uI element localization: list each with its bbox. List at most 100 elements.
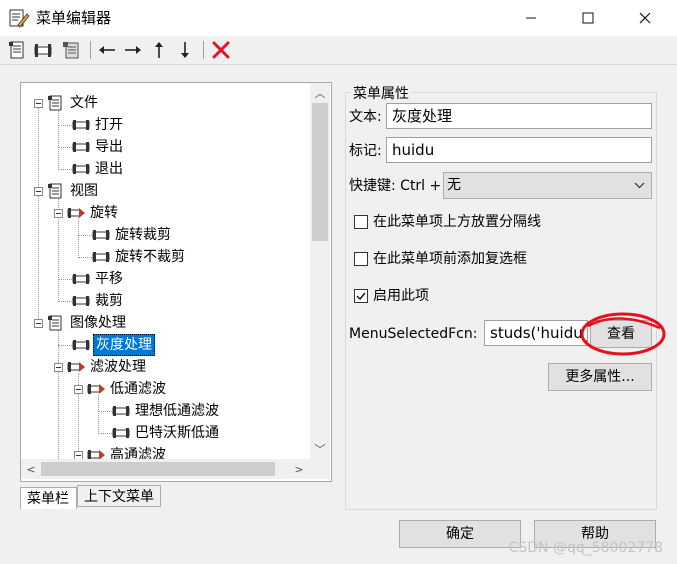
menu-item-icon xyxy=(112,428,130,438)
tree-item-image-processing[interactable]: 图像处理 xyxy=(34,312,128,334)
chevron-down-icon xyxy=(634,182,645,189)
scroll-up-icon[interactable]: ︿ xyxy=(312,85,328,101)
tree-item-crop[interactable]: 裁剪 xyxy=(72,290,125,312)
collapse-toggle[interactable] xyxy=(74,384,83,394)
menu-item-icon xyxy=(92,230,110,240)
move-down-button[interactable] xyxy=(174,39,196,61)
tree-item-translate[interactable]: 平移 xyxy=(72,268,125,290)
tree-item-label: 退出 xyxy=(95,161,123,177)
tree-connector xyxy=(98,433,112,434)
tree-connector xyxy=(58,147,72,148)
scroll-left-icon[interactable]: < xyxy=(23,461,39,477)
tree-item-rotate[interactable]: 旋转 xyxy=(54,202,120,224)
move-up-icon xyxy=(155,42,163,58)
tree-item-butterworth-lowpass[interactable]: 巴特沃斯低通 xyxy=(112,422,221,444)
minimize-icon xyxy=(526,17,536,19)
menu-item-icon xyxy=(72,164,90,174)
tree-item-grayscale[interactable]: 灰度处理 xyxy=(72,334,155,356)
scroll-right-icon[interactable]: > xyxy=(291,461,307,477)
callback-label: MenuSelectedFcn: xyxy=(349,326,478,342)
collapse-toggle[interactable] xyxy=(34,318,43,328)
tree-item-rotate-no-crop[interactable]: 旋转不裁剪 xyxy=(92,246,187,268)
more-properties-button[interactable]: 更多属性... xyxy=(548,363,652,391)
tree-item-label-selected: 灰度处理 xyxy=(93,334,155,356)
scroll-corner xyxy=(310,459,330,479)
vertical-scroll-thumb[interactable] xyxy=(312,103,328,241)
tree-item-exit[interactable]: 退出 xyxy=(72,158,125,180)
menu-properties-title: 菜单属性 xyxy=(350,83,412,103)
menu-tree[interactable]: 文件 打开 导出 退出 视图 旋转 旋转裁剪 旋转不裁剪 平移 裁剪 图像处理 … xyxy=(20,82,332,482)
delete-button[interactable] xyxy=(210,39,232,61)
menu-item-icon xyxy=(72,340,90,350)
horizontal-scrollbar[interactable]: < > xyxy=(21,459,310,479)
tree-connector xyxy=(38,99,39,325)
tree-item-label: 平移 xyxy=(95,271,123,287)
collapse-toggle[interactable] xyxy=(54,362,63,372)
tag-label: 标记: xyxy=(349,143,382,159)
scroll-down-icon[interactable]: ﹀ xyxy=(312,441,328,457)
new-context-menu-button[interactable] xyxy=(60,39,82,61)
move-right-button[interactable] xyxy=(122,39,144,61)
new-menu-item-button[interactable] xyxy=(32,39,54,61)
tree-item-label: 旋转 xyxy=(90,205,118,221)
submenu-icon xyxy=(67,362,85,372)
tree-connector xyxy=(58,125,72,126)
shortcut-select[interactable]: 无 xyxy=(443,172,652,199)
menu-icon xyxy=(48,183,62,199)
tree-item-lowpass[interactable]: 低通滤波 xyxy=(74,378,168,400)
maximize-icon xyxy=(582,12,594,24)
tree-item-open[interactable]: 打开 xyxy=(72,114,125,136)
move-up-button[interactable] xyxy=(148,39,170,61)
tree-connector xyxy=(98,411,112,412)
enable-checkbox[interactable] xyxy=(354,289,368,303)
tab-context-menu[interactable]: 上下文菜单 xyxy=(77,485,161,507)
collapse-toggle[interactable] xyxy=(54,208,63,218)
tree-item-rotate-crop[interactable]: 旋转裁剪 xyxy=(92,224,173,246)
minimize-button[interactable] xyxy=(503,0,559,36)
tree-connector xyxy=(78,257,92,258)
title-bar: 菜单编辑器 xyxy=(0,0,677,36)
new-menu-item-icon xyxy=(34,44,52,57)
tab-menubar[interactable]: 菜单栏 xyxy=(20,487,77,509)
callback-field[interactable]: studs('huidu_ xyxy=(484,320,588,346)
tree-item-label: 视图 xyxy=(70,183,98,199)
menu-icon xyxy=(48,315,62,331)
separator-checkbox-label: 在此菜单项上方放置分隔线 xyxy=(373,214,541,230)
text-field[interactable]: 灰度处理 xyxy=(386,103,652,129)
tree-item-export[interactable]: 导出 xyxy=(72,136,125,158)
tree-item-filtering[interactable]: 滤波处理 xyxy=(54,356,148,378)
tree-item-file[interactable]: 文件 xyxy=(34,92,100,114)
checkmark-icon xyxy=(356,292,366,301)
tree-item-ideal-lowpass[interactable]: 理想低通滤波 xyxy=(112,400,221,422)
check-mark-checkbox-label: 在此菜单项前添加复选框 xyxy=(373,251,527,267)
toolbar-separator xyxy=(203,41,204,59)
tree-item-label: 旋转不裁剪 xyxy=(115,249,185,265)
menu-item-icon xyxy=(72,120,90,130)
tree-item-view[interactable]: 视图 xyxy=(34,180,100,202)
tree-connector xyxy=(58,345,72,346)
collapse-toggle[interactable] xyxy=(74,450,83,459)
new-menu-icon xyxy=(9,41,24,59)
collapse-toggle[interactable] xyxy=(34,98,43,108)
shortcut-selected-value: 无 xyxy=(447,177,461,193)
menu-editor-app-icon xyxy=(9,9,29,28)
check-mark-checkbox[interactable] xyxy=(354,252,368,266)
red-annotation-circle xyxy=(580,312,666,356)
menu-item-icon xyxy=(72,142,90,152)
close-button[interactable] xyxy=(617,0,673,36)
vertical-scrollbar[interactable]: ︿ ﹀ xyxy=(310,83,330,459)
tree-item-highpass[interactable]: 高通滤波 xyxy=(74,444,168,459)
ok-button[interactable]: 确定 xyxy=(399,520,521,548)
collapse-toggle[interactable] xyxy=(34,186,43,196)
menu-tree-viewport: 文件 打开 导出 退出 视图 旋转 旋转裁剪 旋转不裁剪 平移 裁剪 图像处理 … xyxy=(21,83,310,459)
tree-connector xyxy=(58,329,59,459)
maximize-button[interactable] xyxy=(560,0,616,36)
tree-item-label: 理想低通滤波 xyxy=(135,403,219,419)
tag-field[interactable]: huidu xyxy=(386,137,652,163)
new-menu-button[interactable] xyxy=(6,39,28,61)
move-left-button[interactable] xyxy=(96,39,118,61)
menu-item-icon xyxy=(92,252,110,262)
horizontal-scroll-thumb[interactable] xyxy=(41,462,275,476)
tree-item-label: 打开 xyxy=(95,117,123,133)
separator-checkbox[interactable] xyxy=(354,215,368,229)
